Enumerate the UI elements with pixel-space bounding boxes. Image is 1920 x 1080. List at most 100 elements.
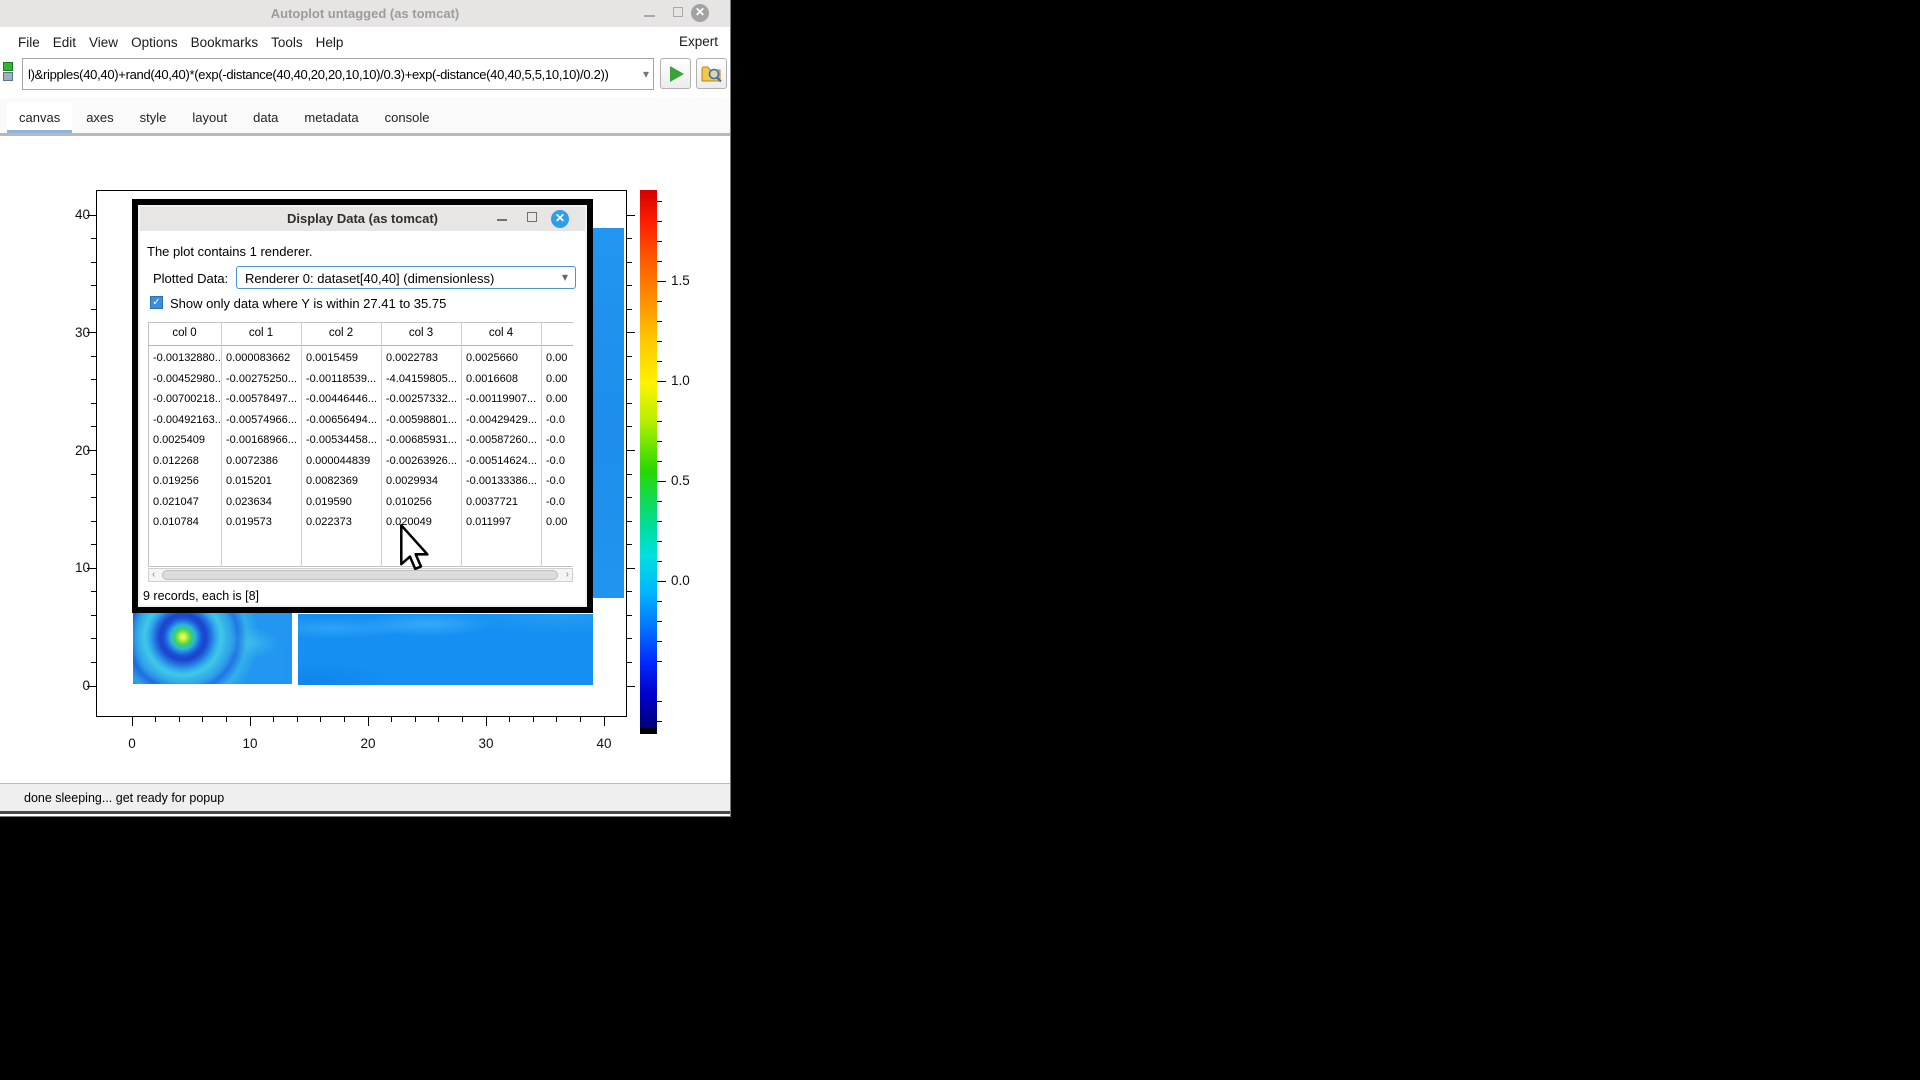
table-cell[interactable]: -0.00118539...	[306, 373, 380, 386]
table-cell[interactable]: -0.00119907...	[466, 393, 540, 406]
table-column-header[interactable]: col 2	[301, 327, 381, 341]
scrollbar-thumb[interactable]	[162, 570, 558, 580]
menu-item-options[interactable]: Options	[131, 35, 178, 50]
table-cell[interactable]: 0.011997	[466, 516, 540, 529]
table-cell[interactable]: 0.000044839	[306, 455, 380, 468]
tab-console[interactable]: console	[373, 103, 442, 134]
menu-item-tools[interactable]: Tools	[271, 35, 303, 50]
table-cell[interactable]: 0.010784	[153, 516, 220, 529]
table-cell[interactable]: -0.00446446...	[306, 393, 380, 406]
table-cell[interactable]: 0.015201	[226, 475, 300, 488]
table-cell[interactable]: -0.00257332...	[386, 393, 460, 406]
table-cell[interactable]: 0.022373	[306, 516, 380, 529]
table-cell[interactable]: -0.00429429...	[466, 414, 540, 427]
table-cell[interactable]: 0.019590	[306, 496, 380, 509]
table-cell[interactable]: -0.00598801...	[386, 414, 460, 427]
table-column-header[interactable]: col 4	[461, 327, 541, 341]
table-cell[interactable]: -0.00534458...	[306, 434, 380, 447]
table-cell[interactable]: -4.04159805...	[386, 373, 460, 386]
table-cell[interactable]: 0.0016608	[466, 373, 540, 386]
table-column-header[interactable]	[541, 327, 573, 341]
dialog-minimize-icon[interactable]	[497, 219, 507, 221]
table-cell[interactable]: -0.00132880...	[153, 352, 220, 365]
table-cell[interactable]: 0.0037721	[466, 496, 540, 509]
tab-axes[interactable]: axes	[74, 103, 125, 134]
table-cell[interactable]: -0.00514624...	[466, 455, 540, 468]
table-cell[interactable]: -0.00263926...	[386, 455, 460, 468]
autoplot-window: Autoplot untagged (as tomcat) ✕ FileEdit…	[0, 0, 731, 817]
table-cell[interactable]: 0.0022783	[386, 352, 460, 365]
right-frame-minor-tick	[627, 403, 632, 404]
table-cell[interactable]: -0.0	[546, 434, 572, 447]
chevron-down-icon[interactable]: ▾	[643, 67, 649, 81]
table-cell[interactable]: -0.0	[546, 414, 572, 427]
chevron-down-icon[interactable]: ▾	[562, 270, 568, 284]
menu-item-file[interactable]: File	[18, 35, 40, 50]
dialog-maximize-icon[interactable]	[527, 212, 537, 222]
table-cell[interactable]: -0.00133386...	[466, 475, 540, 488]
table-cell[interactable]: 0.021047	[153, 496, 220, 509]
table-cell[interactable]: -0.00574966...	[226, 414, 300, 427]
table-cell[interactable]: 0.0029934	[386, 475, 460, 488]
table-cell[interactable]: -0.00700218...	[153, 393, 220, 406]
y-axis-minor-tick	[91, 638, 96, 639]
tab-data[interactable]: data	[241, 103, 290, 134]
expert-menu-item[interactable]: Expert	[679, 34, 718, 49]
y-axis-minor-tick	[91, 497, 96, 498]
filter-checkbox-label[interactable]: Show only data where Y is within 27.41 t…	[170, 296, 446, 311]
tab-metadata[interactable]: metadata	[292, 103, 370, 134]
table-cell[interactable]: 0.023634	[226, 496, 300, 509]
dialog-close-button[interactable]: ✕	[551, 210, 569, 228]
table-cell[interactable]: 0.019256	[153, 475, 220, 488]
table-cell[interactable]: -0.00492163...	[153, 414, 220, 427]
scroll-right-icon[interactable]: ›	[566, 569, 569, 581]
scroll-left-icon[interactable]: ‹	[152, 569, 155, 581]
menu-item-bookmarks[interactable]: Bookmarks	[191, 35, 259, 50]
plotted-data-combobox[interactable]: Renderer 0: dataset[40,40] (dimensionles…	[236, 266, 576, 289]
table-cell[interactable]: 0.00	[546, 516, 572, 529]
menu-item-view[interactable]: View	[89, 35, 118, 50]
table-cell[interactable]: 0.0072386	[226, 455, 300, 468]
table-cell[interactable]: 0.0025660	[466, 352, 540, 365]
menu-item-help[interactable]: Help	[316, 35, 344, 50]
table-cell[interactable]: -0.00578497...	[226, 393, 300, 406]
table-cell[interactable]: -0.00275250...	[226, 373, 300, 386]
table-cell[interactable]: -0.0	[546, 496, 572, 509]
go-play-button[interactable]	[660, 58, 691, 89]
table-column-header[interactable]: col 3	[381, 327, 461, 341]
table-cell[interactable]: 0.012268	[153, 455, 220, 468]
table-cell[interactable]: -0.0	[546, 475, 572, 488]
table-cell[interactable]: 0.00	[546, 352, 572, 365]
table-cell[interactable]: 0.0025409	[153, 434, 220, 447]
window-minimize-button[interactable]	[637, 0, 663, 27]
table-column-header[interactable]: col 1	[221, 327, 301, 341]
table-cell[interactable]: -0.00168966...	[226, 434, 300, 447]
window-close-button[interactable]: ✕	[687, 0, 713, 27]
tab-layout[interactable]: layout	[180, 103, 239, 134]
right-frame-minor-tick	[627, 262, 632, 263]
filter-checkbox[interactable]: ✓	[150, 296, 163, 309]
table-cell[interactable]: 0.00	[546, 393, 572, 406]
uri-address-combobox[interactable]: l)&ripples(40,40)+rand(40,40)*(exp(-dist…	[22, 58, 654, 90]
uri-value[interactable]: l)&ripples(40,40)+rand(40,40)*(exp(-dist…	[28, 67, 628, 82]
table-cell[interactable]: 0.0082369	[306, 475, 380, 488]
tab-style[interactable]: style	[128, 103, 179, 134]
table-cell[interactable]: -0.00587260...	[466, 434, 540, 447]
dialog-titlebar[interactable]: Display Data (as tomcat) ✕	[140, 207, 585, 231]
table-cell[interactable]: 0.010256	[386, 496, 460, 509]
table-cell[interactable]: -0.00685931...	[386, 434, 460, 447]
inspect-uri-button[interactable]	[696, 58, 727, 89]
table-cell[interactable]: 0.0015459	[306, 352, 380, 365]
table-cell[interactable]: 0.019573	[226, 516, 300, 529]
table-cell[interactable]: 0.00	[546, 373, 572, 386]
y-axis-tick-label: 0	[58, 678, 90, 693]
tab-canvas[interactable]: canvas	[7, 103, 72, 134]
menu-item-edit[interactable]: Edit	[53, 35, 76, 50]
table-column-header[interactable]: col 0	[148, 327, 221, 341]
table-cell[interactable]: 0.000083662	[226, 352, 300, 365]
table-cell[interactable]: -0.0	[546, 455, 572, 468]
table-cell[interactable]: -0.00452980...	[153, 373, 220, 386]
table-horizontal-scrollbar[interactable]: ‹ ›	[148, 568, 573, 582]
table-cell[interactable]: -0.00656494...	[306, 414, 380, 427]
y-axis-minor-tick	[91, 285, 96, 286]
